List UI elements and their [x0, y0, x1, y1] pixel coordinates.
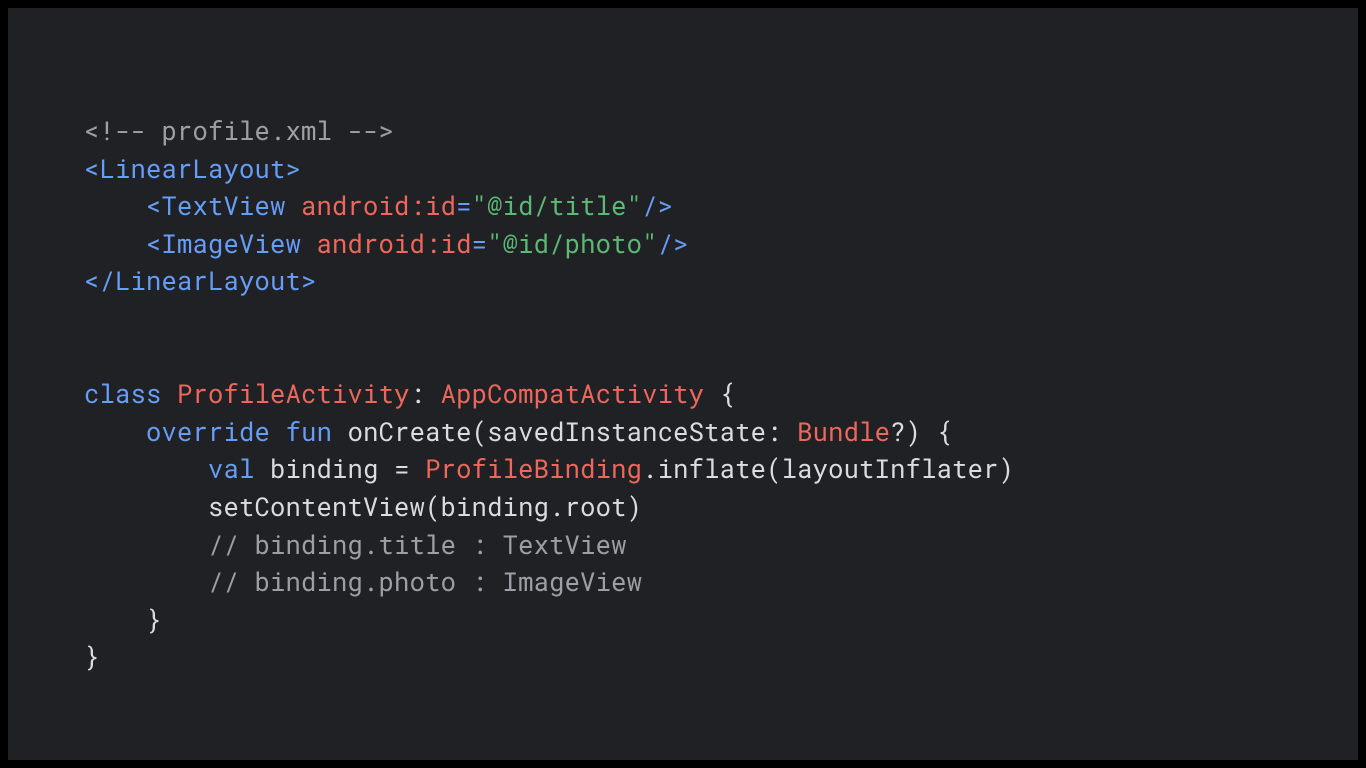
code-keyword: class [84, 376, 162, 410]
code-tag: /> [642, 188, 673, 222]
code-text: { [704, 376, 735, 410]
code-keyword: val [208, 451, 255, 485]
code-indent [84, 226, 146, 260]
code-slide: <!-- profile.xml --> <LinearLayout> <Tex… [8, 8, 1358, 760]
code-text: ?) { [890, 414, 952, 448]
code-keyword: fun [286, 414, 333, 448]
code-tag: <LinearLayout> [84, 151, 301, 185]
code-tag: <TextView [146, 188, 301, 222]
code-punct: = [456, 188, 472, 222]
code-text: binding = [255, 451, 426, 485]
code-indent [84, 414, 146, 448]
code-tag: <ImageView [146, 226, 317, 260]
code-attr: android:id [301, 188, 456, 222]
code-text: .inflate(layoutInflater) [642, 451, 1014, 485]
code-tag: </LinearLayout> [84, 263, 317, 297]
code-comment: <!-- profile.xml --> [84, 113, 394, 147]
code-punct: = [472, 226, 488, 260]
code-text: onCreate(savedInstanceState: [332, 414, 797, 448]
code-comment: // binding.title : TextView [208, 527, 627, 561]
code-type: ProfileBinding [425, 451, 642, 485]
code-indent [84, 188, 146, 222]
code-type: AppCompatActivity [441, 376, 705, 410]
code-text [270, 414, 286, 448]
code-type: ProfileActivity [177, 376, 410, 410]
code-string: "@id/title" [472, 188, 643, 222]
code-comment: // binding.photo : ImageView [208, 564, 642, 598]
code-indent [84, 564, 208, 598]
code-text: setContentView(binding.root) [84, 489, 642, 523]
code-keyword: override [146, 414, 270, 448]
code-tag: /> [658, 226, 689, 260]
code-text: } [84, 639, 100, 673]
code-text [162, 376, 178, 410]
code-text: } [84, 602, 162, 636]
code-indent [84, 527, 208, 561]
code-attr: android:id [317, 226, 472, 260]
code-string: "@id/photo" [487, 226, 658, 260]
code-indent [84, 451, 208, 485]
code-block: <!-- profile.xml --> <LinearLayout> <Tex… [84, 112, 1014, 676]
code-type: Bundle [797, 414, 890, 448]
code-text: : [410, 376, 441, 410]
